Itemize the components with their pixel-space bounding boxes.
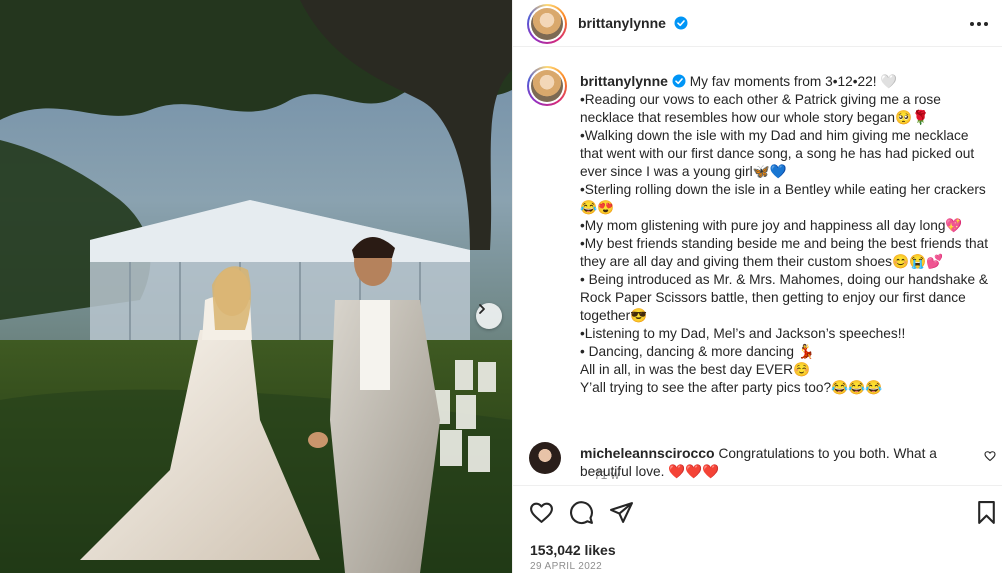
post-date: 29 APRIL 2022 bbox=[530, 561, 603, 572]
author-username[interactable]: brittanylynne bbox=[578, 15, 666, 31]
author-avatar[interactable] bbox=[527, 4, 567, 44]
caption-line: •Reading our vows to each other & Patric… bbox=[580, 92, 941, 125]
author-name-row: brittanylynne bbox=[578, 15, 688, 33]
heart-outline-icon[interactable] bbox=[529, 500, 554, 525]
verified-badge-icon bbox=[672, 74, 686, 88]
next-photo-button[interactable] bbox=[476, 303, 502, 329]
post-details-panel: brittanylynne brittanylynne My fav momen… bbox=[512, 0, 1002, 573]
caption-text: brittanylynne My fav moments from 3•12•2… bbox=[580, 72, 990, 397]
verified-badge-icon bbox=[674, 16, 688, 30]
caption-username[interactable]: brittanylynne bbox=[580, 73, 668, 89]
more-options-icon bbox=[970, 22, 974, 26]
caption-line: • Dancing, dancing & more dancing 💃 bbox=[580, 344, 815, 359]
more-options-button[interactable] bbox=[969, 14, 989, 34]
comment-like-heart-icon[interactable] bbox=[984, 450, 996, 462]
caption-line: My fav moments from 3•12•22! 🤍 bbox=[689, 74, 898, 89]
caption-line: •Walking down the isle with my Dad and h… bbox=[580, 128, 975, 179]
caption-line: Y’all trying to see the after party pics… bbox=[580, 380, 883, 395]
caption-line: All in all, in was the best day EVER☺️ bbox=[580, 362, 811, 377]
post-photo bbox=[0, 0, 512, 573]
paper-plane-icon[interactable] bbox=[609, 500, 634, 525]
caption-line: • Being introduced as Mr. & Mrs. Mahomes… bbox=[580, 272, 989, 323]
likes-count[interactable]: 153,042 likes bbox=[530, 542, 616, 558]
post-actions: 153,042 likes 29 APRIL 2022 bbox=[513, 485, 1002, 573]
chevron-right-icon bbox=[479, 304, 485, 314]
caption-avatar[interactable] bbox=[527, 66, 567, 106]
commenter-username[interactable]: micheleannscirocco bbox=[580, 445, 715, 461]
caption-line: •Listening to my Dad, Mel’s and Jackson’… bbox=[580, 326, 906, 341]
caption-line: •Sterling rolling down the isle in a Ben… bbox=[580, 182, 986, 215]
wedding-photo-illustration bbox=[0, 0, 512, 573]
comment-text: micheleannscirocco Congratulations to yo… bbox=[580, 444, 960, 481]
caption-line: •My best friends standing beside me and … bbox=[580, 236, 989, 269]
comment-bubble-icon[interactable] bbox=[569, 500, 594, 525]
post-header: brittanylynne bbox=[513, 0, 1002, 47]
comment-item: micheleannscirocco Congratulations to yo… bbox=[529, 442, 999, 482]
bookmark-icon[interactable] bbox=[975, 500, 998, 525]
commenter-avatar[interactable] bbox=[529, 442, 561, 474]
caption-line: •My mom glistening with pure joy and hap… bbox=[580, 218, 963, 233]
